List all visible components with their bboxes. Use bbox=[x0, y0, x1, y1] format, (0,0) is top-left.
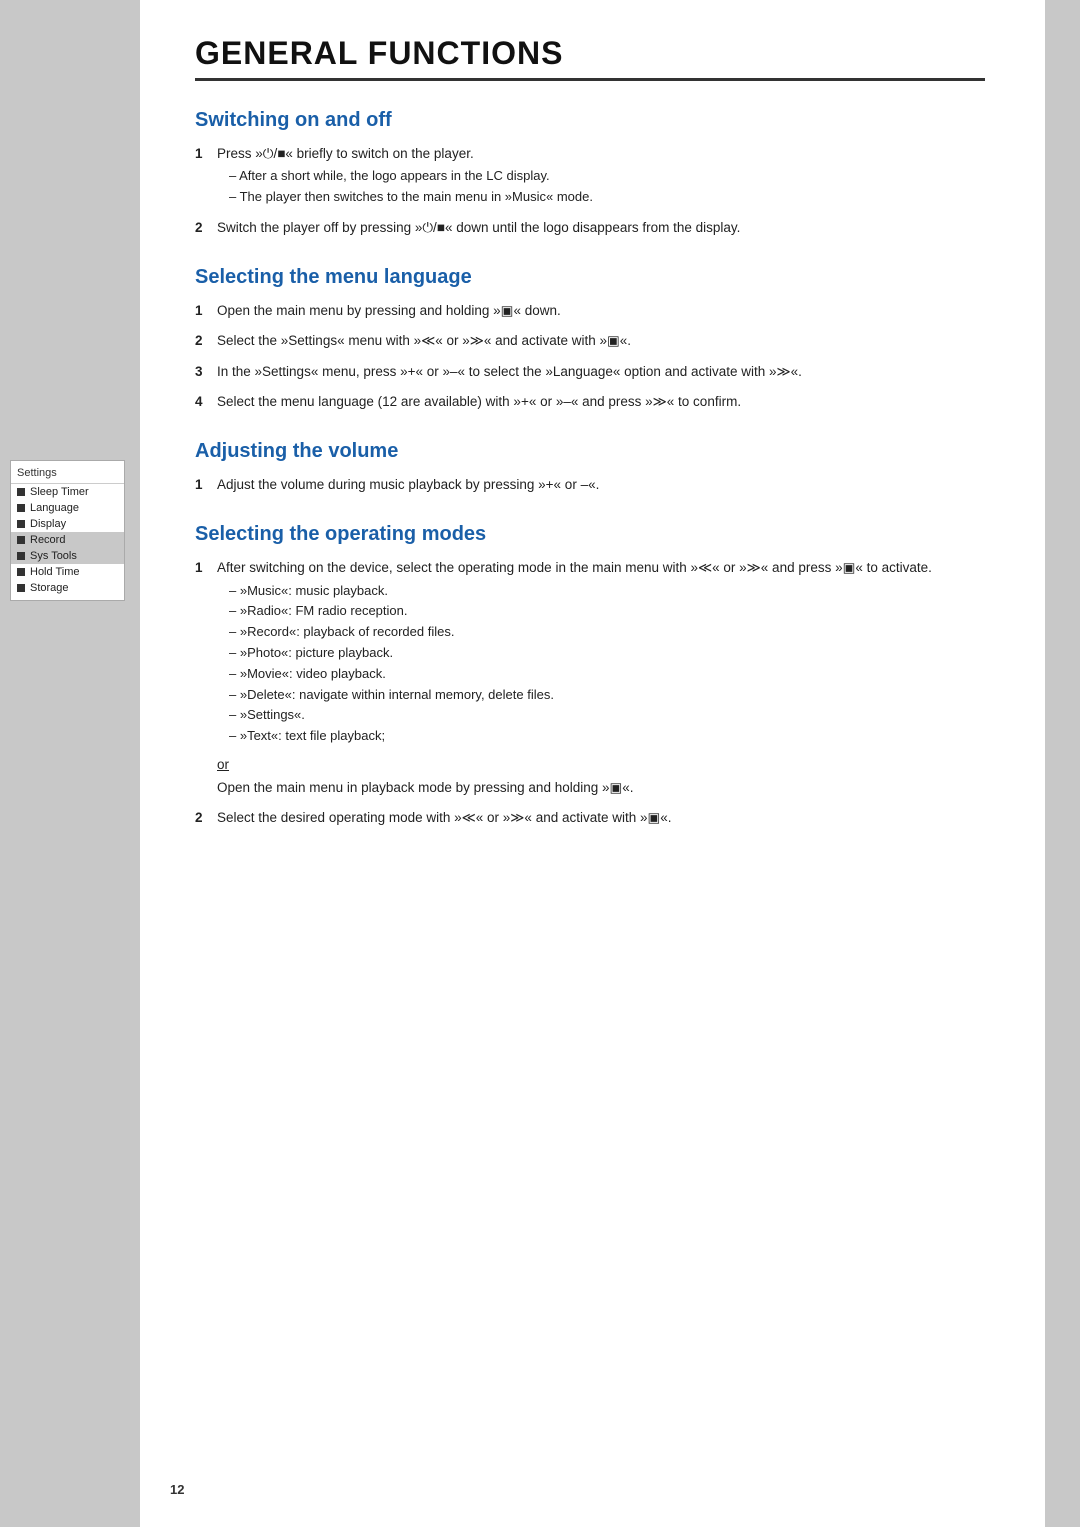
list-item: »Settings«. bbox=[229, 705, 985, 726]
sidebar-item-sleep-timer[interactable]: Sleep Timer bbox=[11, 484, 124, 500]
list-item: The player then switches to the main men… bbox=[229, 187, 985, 208]
section-switching-title: Switching on and off bbox=[195, 109, 985, 132]
bullet-icon bbox=[17, 520, 25, 528]
section-language: Selecting the menu language 1 Open the m… bbox=[195, 266, 985, 412]
list-item: »Photo«: picture playback. bbox=[229, 643, 985, 664]
volume-list: 1 Adjust the volume during music playbac… bbox=[195, 475, 985, 495]
list-item: 1 Press »⏻/■« briefly to switch on the p… bbox=[195, 144, 985, 208]
or-paragraph: Open the main menu in playback mode by p… bbox=[217, 778, 985, 798]
list-item: »Movie«: video playback. bbox=[229, 664, 985, 685]
list-item: 2 Select the desired operating mode with… bbox=[195, 808, 985, 828]
list-item: 1 Open the main menu by pressing and hol… bbox=[195, 301, 985, 321]
list-item: 1 Adjust the volume during music playbac… bbox=[195, 475, 985, 495]
list-item: 4 Select the menu language (12 are avail… bbox=[195, 392, 985, 412]
switching-list: 1 Press »⏻/■« briefly to switch on the p… bbox=[195, 144, 985, 238]
sidebar-item-record[interactable]: Record bbox=[11, 532, 124, 548]
page-title: GENERAL FUNCTIONS bbox=[195, 35, 985, 81]
list-item: »Music«: music playback. bbox=[229, 581, 985, 602]
settings-panel: Settings Sleep Timer Language Display Re… bbox=[10, 460, 125, 601]
section-volume: Adjusting the volume 1 Adjust the volume… bbox=[195, 440, 985, 495]
page-number: 12 bbox=[170, 1482, 184, 1497]
settings-title: Settings bbox=[11, 465, 124, 484]
right-sidebar bbox=[1045, 0, 1080, 1527]
sidebar-item-sys-tools[interactable]: Sys Tools bbox=[11, 548, 124, 564]
section-switching: Switching on and off 1 Press »⏻/■« brief… bbox=[195, 109, 985, 238]
section-language-title: Selecting the menu language bbox=[195, 266, 985, 289]
bullet-icon bbox=[17, 584, 25, 592]
list-item: »Record«: playback of recorded files. bbox=[229, 622, 985, 643]
left-sidebar: Settings Sleep Timer Language Display Re… bbox=[0, 0, 140, 1527]
bullet-icon bbox=[17, 536, 25, 544]
bullet-icon bbox=[17, 568, 25, 576]
bullet-icon bbox=[17, 504, 25, 512]
list-item: 3 In the »Settings« menu, press »+« or »… bbox=[195, 362, 985, 382]
bullet-icon bbox=[17, 488, 25, 496]
operating-list-2: 2 Select the desired operating mode with… bbox=[195, 808, 985, 828]
main-content: GENERAL FUNCTIONS Switching on and off 1… bbox=[140, 0, 1045, 1527]
section-volume-title: Adjusting the volume bbox=[195, 440, 985, 463]
list-item: »Delete«: navigate within internal memor… bbox=[229, 685, 985, 706]
bullet-icon bbox=[17, 552, 25, 560]
list-item: After a short while, the logo appears in… bbox=[229, 166, 985, 187]
section-operating-title: Selecting the operating modes bbox=[195, 523, 985, 546]
sidebar-item-hold-time[interactable]: Hold Time bbox=[11, 564, 124, 580]
sidebar-item-storage[interactable]: Storage bbox=[11, 580, 124, 596]
list-item: »Text«: text file playback; bbox=[229, 726, 985, 747]
sidebar-item-language[interactable]: Language bbox=[11, 500, 124, 516]
language-list: 1 Open the main menu by pressing and hol… bbox=[195, 301, 985, 412]
sidebar-item-display[interactable]: Display bbox=[11, 516, 124, 532]
list-item: »Radio«: FM radio reception. bbox=[229, 601, 985, 622]
operating-list: 1 After switching on the device, select … bbox=[195, 558, 985, 747]
list-item: 1 After switching on the device, select … bbox=[195, 558, 985, 747]
list-item: 2 Select the »Settings« menu with »≪« or… bbox=[195, 331, 985, 351]
or-label: or bbox=[217, 757, 985, 772]
list-item: 2 Switch the player off by pressing »⏻/■… bbox=[195, 218, 985, 238]
section-operating: Selecting the operating modes 1 After sw… bbox=[195, 523, 985, 828]
